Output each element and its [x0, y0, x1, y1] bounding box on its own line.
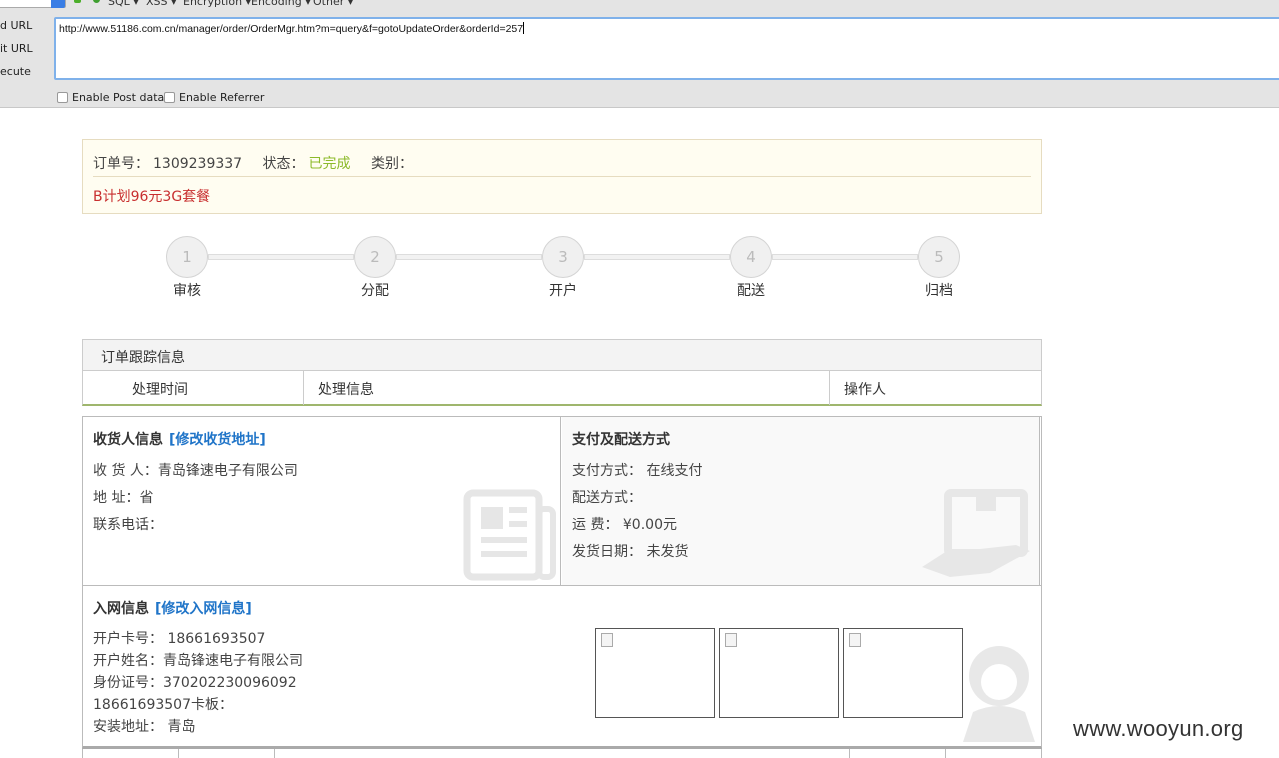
split-url-button[interactable]: it URL: [0, 42, 33, 55]
menu-xss[interactable]: XSS ▾: [146, 0, 177, 8]
column-divider: [178, 749, 179, 758]
step-3-label: 开户: [549, 283, 577, 299]
chevron-down-icon[interactable]: [51, 0, 65, 8]
consignee-section: 收货人信息 [修改收货地址] 收 货 人：青岛锋速电子有限公司 地 址：省 联系电…: [83, 417, 561, 585]
consignee-payment-panel: 收货人信息 [修改收货地址] 收 货 人：青岛锋速电子有限公司 地 址：省 联系电…: [82, 416, 1042, 586]
menu-other[interactable]: Other ▾: [313, 0, 353, 8]
edit-address-link[interactable]: [修改收货地址]: [169, 432, 266, 448]
payment-section: 支付及配送方式 支付方式： 在线支付 配送方式： 运 费： ¥0.00元 发货日…: [562, 417, 1040, 585]
id-image-2[interactable]: [719, 628, 839, 718]
id-image-1[interactable]: [595, 628, 715, 718]
column-header-info: 处理信息: [318, 382, 374, 398]
step-connector: [584, 254, 730, 260]
broken-image-icon: [849, 633, 861, 647]
install-address: 安装地址： 青岛: [93, 719, 196, 735]
order-meta: 订单号： 1309239337 状态： 已完成 类别：: [93, 153, 417, 173]
column-divider: [829, 371, 830, 405]
url-input-value: http://www.51186.com.cn/manager/order/Or…: [59, 23, 524, 35]
user-avatar-icon: [963, 646, 1035, 742]
order-number-label: 订单号：: [93, 156, 149, 172]
column-divider: [274, 749, 275, 758]
package-hand-icon: [922, 489, 1030, 577]
step-5-circle: 5: [918, 236, 960, 278]
step-3-circle: 3: [542, 236, 584, 278]
account-name: 开户姓名：青岛锋速电子有限公司: [93, 653, 303, 669]
step-4-label: 配送: [737, 283, 765, 299]
ship-date: 发货日期： 未发货: [572, 544, 689, 560]
consignee-title: 收货人信息: [93, 432, 163, 448]
consignee-address: 地 址：省: [93, 490, 154, 506]
consignee-phone: 联系电话：: [93, 517, 163, 533]
step-2-circle: 2: [354, 236, 396, 278]
checkbox-box[interactable]: [57, 92, 68, 103]
step-2-label: 分配: [361, 283, 389, 299]
menu-sql[interactable]: SQL ▾: [108, 0, 139, 8]
shipping-fee: 运 费： ¥0.00元: [572, 517, 677, 533]
column-divider: [849, 749, 850, 758]
green-square-icon[interactable]: [74, 0, 81, 3]
step-1-circle: 1: [166, 236, 208, 278]
order-number: 1309239337: [153, 156, 243, 172]
step-connector: [396, 254, 542, 260]
payment-title: 支付及配送方式: [572, 432, 670, 448]
enable-post-checkbox[interactable]: Enable Post data: [57, 91, 164, 104]
text-caret: [523, 22, 525, 34]
hackbar-toolbar: SQL ▾ XSS ▾ Encryption ▾ Encoding ▾ Othe…: [0, 0, 1279, 108]
network-title: 入网信息: [93, 601, 149, 617]
enable-referrer-checkbox[interactable]: Enable Referrer: [164, 91, 264, 104]
card-board: 18661693507卡板：: [93, 697, 233, 713]
order-summary: 订单号： 1309239337 状态： 已完成 类别： B计划96元3G套餐: [82, 139, 1042, 214]
column-divider: [945, 749, 946, 758]
enable-referrer-label: Enable Referrer: [179, 91, 265, 104]
consignee-heading: 收货人信息 [修改收货地址]: [93, 429, 266, 449]
column-divider: [1041, 749, 1042, 758]
menu-encoding[interactable]: Encoding ▾: [251, 0, 311, 8]
id-number: 身份证号：370202230096092: [93, 675, 297, 691]
step-connector: [772, 254, 918, 260]
step-5-label: 归档: [925, 283, 953, 299]
newspaper-icon: [463, 489, 556, 581]
step-connector: [208, 254, 354, 260]
tracking-title: 订单跟踪信息: [83, 340, 1041, 371]
green-circle-icon[interactable]: [93, 0, 100, 3]
column-divider: [303, 371, 304, 405]
payment-method: 支付方式： 在线支付: [572, 463, 703, 479]
column-header-operator: 操作人: [844, 382, 886, 398]
menu-encryption[interactable]: Encryption ▾: [183, 0, 251, 8]
network-info-panel: 入网信息 [修改入网信息] 开户卡号： 18661693507 开户姓名：青岛锋速…: [82, 585, 1042, 749]
step-1-label: 审核: [173, 283, 201, 299]
plan-name: B计划96元3G套餐: [93, 189, 211, 205]
edit-network-link[interactable]: [修改入网信息]: [155, 601, 252, 617]
network-heading: 入网信息 [修改入网信息]: [93, 598, 252, 618]
hackbar-load-select[interactable]: [0, 0, 66, 8]
broken-image-icon: [725, 633, 737, 647]
execute-button[interactable]: ecute: [0, 65, 31, 78]
card-number: 开户卡号： 18661693507: [93, 631, 266, 647]
enable-post-label: Enable Post data: [72, 91, 165, 104]
broken-image-icon: [601, 633, 613, 647]
order-tracking-table: 订单跟踪信息 处理时间 处理信息 操作人: [82, 339, 1042, 406]
status-value: 已完成: [308, 156, 351, 172]
divider: [93, 176, 1031, 177]
url-input[interactable]: http://www.51186.com.cn/manager/order/Or…: [54, 17, 1279, 80]
step-4-circle: 4: [730, 236, 772, 278]
column-header-time: 处理时间: [132, 382, 188, 398]
watermark: www.wooyun.org: [1073, 716, 1244, 741]
status-label: 状态：: [262, 156, 305, 172]
id-image-3[interactable]: [843, 628, 963, 718]
consignee-name: 收 货 人：青岛锋速电子有限公司: [93, 463, 298, 479]
category-label: 类别：: [370, 156, 413, 172]
load-url-button[interactable]: d URL: [0, 19, 32, 32]
delivery-method: 配送方式：: [572, 490, 642, 506]
next-table: [82, 749, 1042, 758]
checkbox-box[interactable]: [164, 92, 175, 103]
tracking-header-row: 处理时间 处理信息 操作人: [83, 371, 1041, 405]
